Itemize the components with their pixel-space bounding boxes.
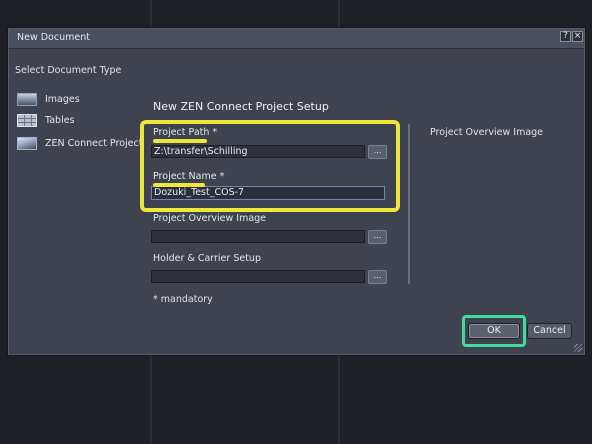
holder-setup-label: Holder & Carrier Setup — [153, 253, 261, 264]
panel-divider — [408, 124, 410, 284]
overview-image-input[interactable] — [151, 230, 365, 243]
doc-type-label: Tables — [45, 114, 75, 126]
close-button[interactable]: × — [572, 31, 583, 42]
overview-image-browse-button[interactable]: ... — [368, 230, 387, 244]
cancel-button[interactable]: Cancel — [527, 323, 572, 339]
zen-project-icon — [17, 136, 37, 150]
resize-grip[interactable] — [574, 344, 582, 352]
document-type-heading: Select Document Type — [15, 65, 122, 76]
doc-type-label: Images — [45, 93, 80, 105]
doc-type-label: ZEN Connect Project — [45, 137, 143, 149]
dialog-title: New Document — [17, 32, 90, 43]
title-bar[interactable]: New Document ? × — [9, 29, 584, 49]
image-icon — [17, 92, 37, 106]
highlight-box-ok — [462, 315, 526, 347]
setup-heading: New ZEN Connect Project Setup — [153, 100, 329, 113]
holder-setup-input[interactable] — [151, 270, 365, 283]
table-icon — [17, 113, 37, 127]
doc-type-images[interactable]: Images — [17, 91, 80, 107]
holder-setup-browse-button[interactable]: ... — [368, 270, 387, 284]
doc-type-zen-connect-project[interactable]: ZEN Connect Project — [17, 135, 142, 151]
overview-image-preview-label: Project Overview Image — [430, 127, 544, 138]
help-button[interactable]: ? — [560, 31, 571, 42]
doc-type-tables[interactable]: Tables — [17, 112, 75, 128]
highlight-underline-path — [153, 139, 207, 143]
mandatory-note: * mandatory — [153, 294, 213, 305]
overview-image-label: Project Overview Image — [153, 213, 267, 224]
highlight-underline-name — [153, 183, 205, 187]
highlight-box-project-fields — [140, 120, 400, 212]
